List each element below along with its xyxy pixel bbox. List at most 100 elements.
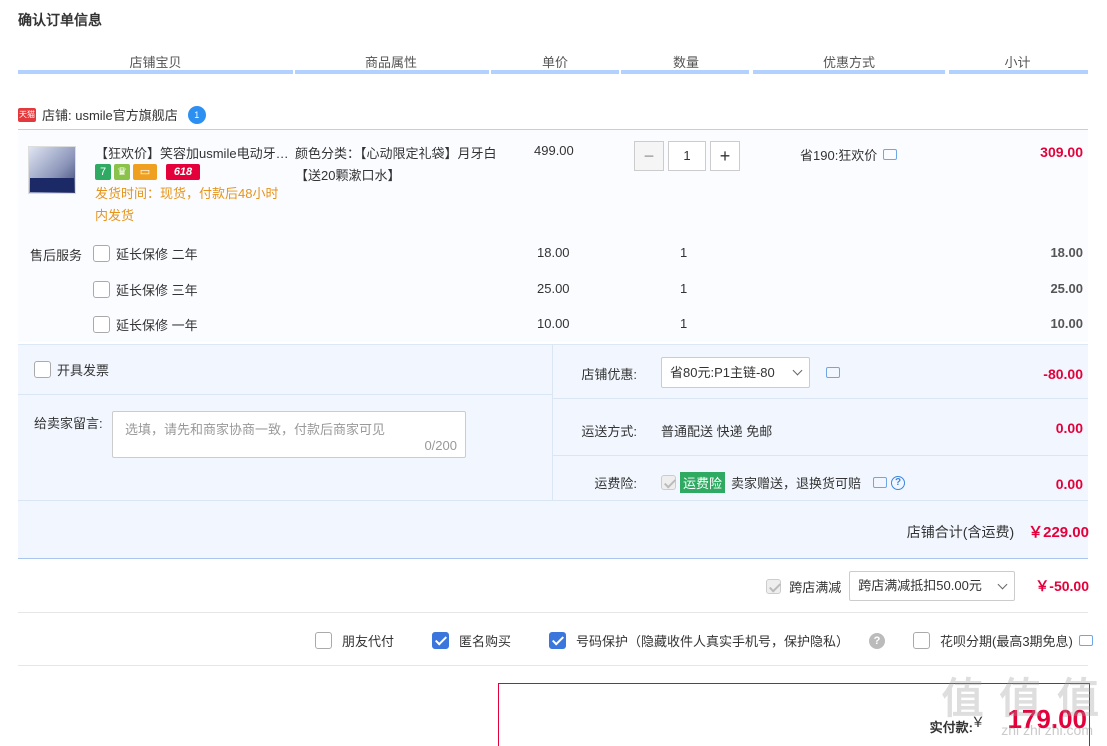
wangwang-chat-icon[interactable]: 1 — [187, 105, 206, 124]
chevron-down-icon — [792, 365, 803, 376]
insurance-tag: 运费险 — [680, 472, 726, 493]
shipping-insurance-label: 运费险: — [594, 476, 637, 491]
header-underline — [295, 70, 489, 74]
insurance-text: 卖家赠送，退换货可赔 — [731, 476, 862, 491]
shop-row: 天猫 店铺: usmile官方旗舰店 1 — [18, 105, 206, 124]
header-underline — [18, 70, 293, 74]
service-checkbox[interactable] — [93, 316, 110, 333]
quantity-decrease-button[interactable]: − — [634, 141, 664, 171]
seller-note-label: 给卖家留言: — [34, 416, 103, 431]
service-subtotal: 25.00 — [1050, 281, 1083, 296]
service-name: 延长保修 三年 — [116, 283, 198, 298]
column-header-quantity: 数量 — [672, 55, 699, 70]
item-discount: 省190:狂欢价 — [800, 145, 898, 164]
site-watermark-logo: 值 值 值 — [941, 675, 1101, 722]
shop-name[interactable]: 店铺: usmile官方旗舰店 — [42, 105, 178, 124]
cross-store-value: ￥-50.00 — [1035, 578, 1089, 594]
service-price: 10.00 — [537, 316, 570, 331]
huabei-label: 花呗分期(最高3期免息) — [940, 634, 1073, 649]
huabei-checkbox[interactable] — [913, 632, 930, 649]
card-payment-icon: ▭ — [133, 164, 157, 180]
divider — [18, 394, 552, 395]
huabei-option: 花呗分期(最高3期免息) — [913, 631, 1093, 650]
service-row: 延长保修 一年 — [93, 315, 198, 334]
618-promo-icon: 618 — [166, 164, 200, 180]
anonymous-label: 匿名购买 — [459, 634, 512, 649]
warranty-icon: ♛ — [114, 164, 130, 180]
shop-coupon-label: 店铺优惠: — [581, 367, 637, 382]
service-qty: 1 — [680, 316, 688, 331]
after-sales-label: 售后服务 — [30, 248, 83, 263]
quantity-stepper: − 1 + — [634, 141, 740, 171]
shipping-method: 普通配送 快递 免邮 — [661, 424, 773, 439]
service-row: 延长保修 二年 — [93, 244, 198, 263]
shop-total-value: ￥229.00 — [1028, 524, 1089, 541]
service-name: 延长保修 二年 — [116, 247, 198, 262]
shop-coupon-value: -80.00 — [1043, 366, 1083, 382]
invoice-option: 开具发票 — [34, 360, 109, 379]
column-header-price: 单价 — [541, 55, 568, 70]
seller-note-placeholder: 选填，请先和商家协商一致，付款后商家可见 — [125, 422, 386, 437]
cross-store-selected: 跨店满减抵扣50.00元 — [858, 578, 982, 593]
header-underline — [621, 70, 749, 74]
shop-total: 店铺合计(含运费) ￥229.00 — [907, 521, 1089, 542]
help-icon[interactable]: ? — [869, 632, 886, 649]
cross-store-select[interactable]: 跨店满减抵扣50.00元 — [849, 571, 1016, 601]
anonymous-checkbox[interactable] — [432, 632, 449, 649]
service-checkbox[interactable] — [93, 281, 110, 298]
message-icon[interactable] — [826, 367, 840, 378]
shop-coupon-select[interactable]: 省80元:P1主链-80 — [661, 357, 810, 388]
number-protect-checkbox[interactable] — [549, 632, 566, 649]
tmall-icon: 天猫 — [18, 107, 36, 122]
seller-note-counter: 0/200 — [424, 438, 457, 453]
page-title: 确认订单信息 — [18, 12, 102, 28]
service-price: 25.00 — [537, 281, 570, 296]
divider — [18, 665, 1088, 666]
service-name: 延长保修 一年 — [116, 318, 198, 333]
chevron-down-icon — [997, 579, 1008, 589]
message-icon[interactable] — [873, 477, 888, 488]
product-title-link[interactable]: 【狂欢价】笑容加usmile电动牙刷... — [95, 143, 290, 162]
quantity-input[interactable]: 1 — [668, 141, 706, 171]
cross-store-discount: 跨店满减 跨店满减抵扣50.00元 ￥-50.00 — [766, 571, 1089, 601]
quantity-increase-button[interactable]: + — [710, 141, 740, 171]
help-icon[interactable]: ? — [891, 475, 906, 490]
divider — [553, 398, 1088, 399]
shipping-label: 运送方式: — [581, 424, 637, 439]
cross-store-checkbox — [766, 578, 782, 594]
divider — [18, 500, 1088, 501]
product-attributes: 颜色分类：【心动限定礼袋】月牙白【送20颗漱口水】 — [295, 146, 497, 183]
service-checkbox[interactable] — [93, 245, 110, 262]
message-icon[interactable] — [883, 149, 898, 160]
seller-note-input[interactable]: 选填，请先和商家协商一致，付款后商家可见 0/200 — [112, 411, 466, 458]
service-subtotal: 18.00 — [1050, 245, 1083, 260]
shipping-insurance-row: 运费险 卖家赠送，退换货可赔 ? — [661, 472, 906, 493]
anonymous-option: 匿名购买 — [432, 631, 511, 650]
invoice-checkbox[interactable] — [34, 361, 51, 378]
number-protect-option: 号码保护（隐藏收件人真实手机号，保护隐私） ? — [549, 631, 886, 650]
friend-pay-option: 朋友代付 — [315, 631, 394, 650]
header-underline — [949, 70, 1088, 74]
invoice-label: 开具发票 — [57, 363, 110, 378]
item-subtotal: 309.00 — [1040, 144, 1083, 160]
shipping-time-note: 发货时间：现货，付款后48小时内发货 — [95, 186, 279, 223]
shipping-value: 0.00 — [1055, 420, 1083, 436]
promo-icons: 7 ♛ ▭ 618 — [95, 164, 200, 180]
column-header-discount: 优惠方式 — [822, 55, 875, 70]
service-subtotal: 10.00 — [1050, 316, 1083, 331]
service-price: 18.00 — [537, 245, 570, 260]
cross-store-label: 跨店满减 — [789, 579, 842, 595]
friend-pay-checkbox[interactable] — [315, 632, 332, 649]
column-header-attributes: 商品属性 — [364, 55, 417, 70]
friend-pay-label: 朋友代付 — [342, 634, 395, 649]
header-underline — [753, 70, 945, 74]
seven-day-return-icon: 7 — [95, 164, 111, 180]
site-watermark-url: zhi zhi zhi.com — [1001, 722, 1093, 738]
divider — [553, 455, 1088, 456]
column-header-subtotal: 小计 — [1004, 55, 1031, 70]
column-header-items: 店铺宝贝 — [129, 55, 182, 70]
shop-coupon-selected: 省80元:P1主链-80 — [670, 365, 775, 380]
message-icon[interactable] — [1078, 635, 1093, 646]
insurance-checkbox — [661, 475, 676, 490]
insurance-value: 0.00 — [1055, 476, 1083, 492]
